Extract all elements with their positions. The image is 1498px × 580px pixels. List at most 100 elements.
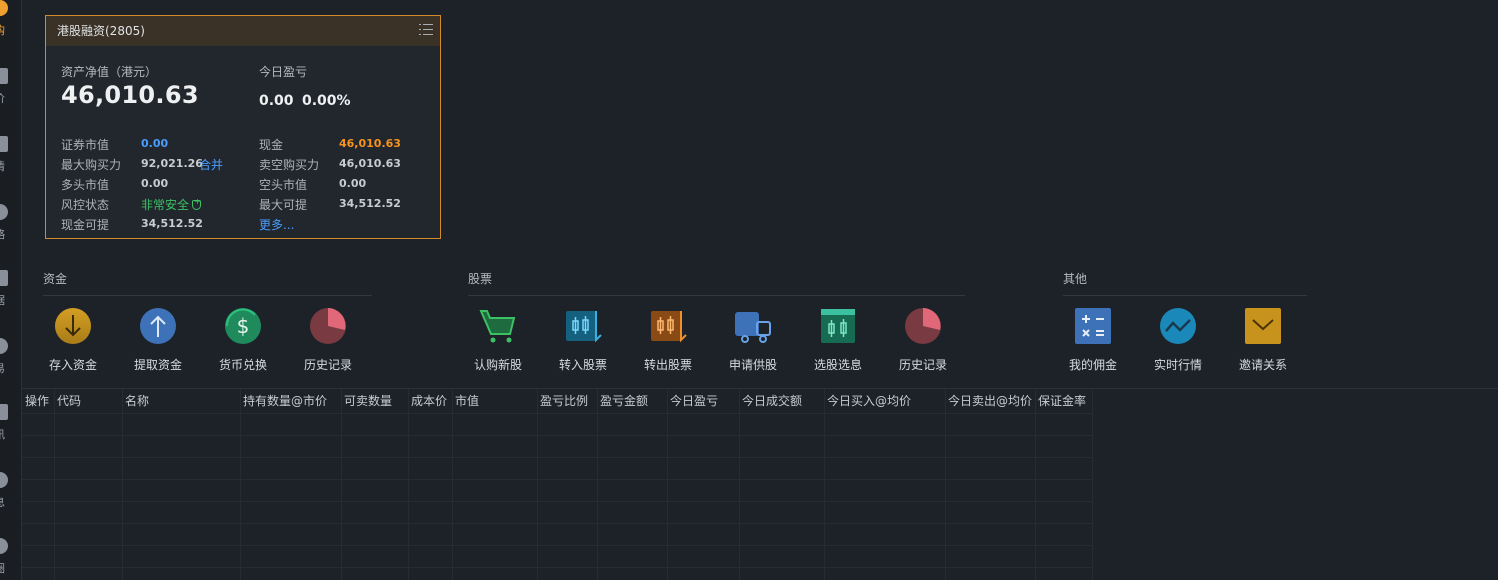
max-withdrawable-label: 最大可提 — [259, 198, 308, 212]
table-column-divider — [824, 389, 825, 580]
user-icon — [0, 0, 8, 16]
history-pie-icon — [903, 306, 943, 346]
select-stock-button[interactable]: 选股选息 — [798, 306, 878, 373]
stocks-history-button[interactable]: 历史记录 — [883, 306, 963, 373]
table-column-divider — [1092, 389, 1093, 580]
invite-relationship-label: 邀请关系 — [1238, 358, 1287, 372]
withdraw-icon — [138, 306, 178, 346]
currency-exchange-button[interactable]: $ 货币兑换 — [203, 306, 283, 373]
cash-label: 现金 — [259, 138, 284, 152]
chart-icon — [0, 136, 8, 152]
others-section-title: 其他 — [1063, 272, 1088, 286]
table-row — [22, 435, 1092, 436]
net-asset-value: 46,010.63 — [61, 81, 199, 109]
sidebar-item-label: 圈 — [0, 560, 5, 576]
shield-icon — [192, 197, 202, 210]
account-card-header: 港股融资(2805) — [46, 16, 440, 46]
column-header[interactable]: 今日买入@均价 — [824, 389, 945, 413]
cash-value: 46,010.63 — [339, 137, 401, 150]
max-withdrawable-value: 34,512.52 — [339, 197, 401, 210]
deposit-icon — [53, 306, 93, 346]
risk-status-value: 非常安全 — [141, 196, 202, 213]
realtime-quote-icon — [1158, 306, 1198, 346]
column-header[interactable]: 盈亏金额 — [597, 389, 667, 413]
table-column-divider — [537, 389, 538, 580]
deposit-label: 存入资金 — [48, 358, 97, 372]
sidebar-item[interactable]: 讯 — [0, 404, 21, 454]
table-column-divider — [122, 389, 123, 580]
ipo-subscribe-button[interactable]: 认购新股 — [458, 306, 538, 373]
column-header[interactable]: 今日卖出@均价 — [945, 389, 1035, 413]
table-row — [22, 501, 1092, 502]
withdraw-label: 提取资金 — [133, 358, 182, 372]
max-buying-power-value: 92,021.26 — [141, 157, 203, 170]
table-column-divider — [452, 389, 453, 580]
column-header[interactable]: 代码 — [54, 389, 122, 413]
sidebar-item[interactable]: 略 — [0, 204, 21, 254]
transfer-out-stock-label: 转出股票 — [643, 358, 692, 372]
column-header[interactable]: 成本价 — [408, 389, 452, 413]
currency-exchange-icon: $ — [223, 306, 263, 346]
column-header[interactable]: 持有数量@市价 — [240, 389, 341, 413]
realtime-quote-button[interactable]: 实时行情 — [1138, 306, 1218, 373]
more-link[interactable]: 更多... — [259, 216, 294, 233]
calculator-icon — [1073, 306, 1113, 346]
funds-history-button[interactable]: 历史记录 — [288, 306, 368, 373]
stocks-history-label: 历史记录 — [898, 358, 947, 372]
sidebar-item[interactable]: 购 — [0, 0, 21, 50]
today-pl-label: 今日盈亏 — [259, 65, 308, 79]
column-header[interactable]: 名称 — [122, 389, 240, 413]
price-icon — [0, 68, 8, 84]
table-column-divider — [597, 389, 598, 580]
sidebar-item[interactable]: 价 — [0, 68, 21, 118]
select-stock-icon — [818, 306, 858, 346]
table-row — [22, 567, 1092, 568]
table-row — [22, 479, 1092, 480]
sidebar-item[interactable]: 据 — [0, 270, 21, 320]
short-buying-power-value: 46,010.63 — [339, 157, 401, 170]
my-commission-button[interactable]: 我的佣金 — [1053, 306, 1133, 373]
rights-issue-button[interactable]: 申请供股 — [713, 306, 793, 373]
column-header[interactable]: 今日盈亏 — [667, 389, 739, 413]
transfer-in-icon — [563, 306, 603, 346]
transfer-in-stock-button[interactable]: 转入股票 — [543, 306, 623, 373]
sidebar-item[interactable]: 易 — [0, 338, 21, 388]
table-row — [22, 545, 1092, 546]
news-icon — [0, 404, 8, 420]
trade-icon — [0, 338, 8, 354]
transfer-out-stock-button[interactable]: 转出股票 — [628, 306, 708, 373]
table-column-divider — [341, 389, 342, 580]
svg-text:$: $ — [237, 314, 250, 338]
currency-exchange-label: 货币兑换 — [218, 358, 267, 372]
sidebar-item-label: 讯 — [0, 426, 5, 442]
realtime-quote-label: 实时行情 — [1153, 358, 1202, 372]
sidebar-item-label: 价 — [0, 90, 5, 106]
sidebar-item[interactable]: 息 — [0, 472, 21, 522]
stocks-section-title: 股票 — [468, 272, 493, 286]
message-icon — [0, 472, 8, 488]
column-header[interactable]: 保证金率 — [1035, 389, 1092, 413]
withdraw-button[interactable]: 提取资金 — [118, 306, 198, 373]
column-header[interactable]: 操作 — [22, 389, 54, 413]
merge-link[interactable]: 合并 — [199, 156, 223, 173]
sidebar-item[interactable]: 情 — [0, 136, 21, 186]
table-column-divider — [1035, 389, 1036, 580]
menu-icon[interactable] — [419, 24, 433, 38]
account-title: 港股融资(2805) — [57, 24, 145, 38]
net-asset-label: 资产净值（港元） — [61, 65, 158, 79]
column-header[interactable]: 市值 — [452, 389, 537, 413]
deposit-button[interactable]: 存入资金 — [33, 306, 113, 373]
column-header[interactable]: 盈亏比例 — [537, 389, 597, 413]
table-row — [22, 457, 1092, 458]
sidebar-item[interactable]: 圈 — [0, 538, 21, 580]
table-row — [22, 523, 1092, 524]
sidebar-item-label: 略 — [0, 226, 5, 242]
invite-relationship-button[interactable]: 邀请关系 — [1223, 306, 1303, 373]
data-icon — [0, 270, 8, 286]
table-column-divider — [945, 389, 946, 580]
short-buying-power-label: 卖空购买力 — [259, 158, 320, 172]
cart-icon — [478, 306, 518, 346]
positions-table: 操作 代码 名称 持有数量@市价 可卖数量 成本价 市值 盈亏比例 盈亏金额 今日盈亏 今日成交额今… — [22, 388, 1498, 580]
column-header[interactable]: 可卖数量 — [341, 389, 408, 413]
column-header[interactable]: 今日成交额 — [739, 389, 824, 413]
